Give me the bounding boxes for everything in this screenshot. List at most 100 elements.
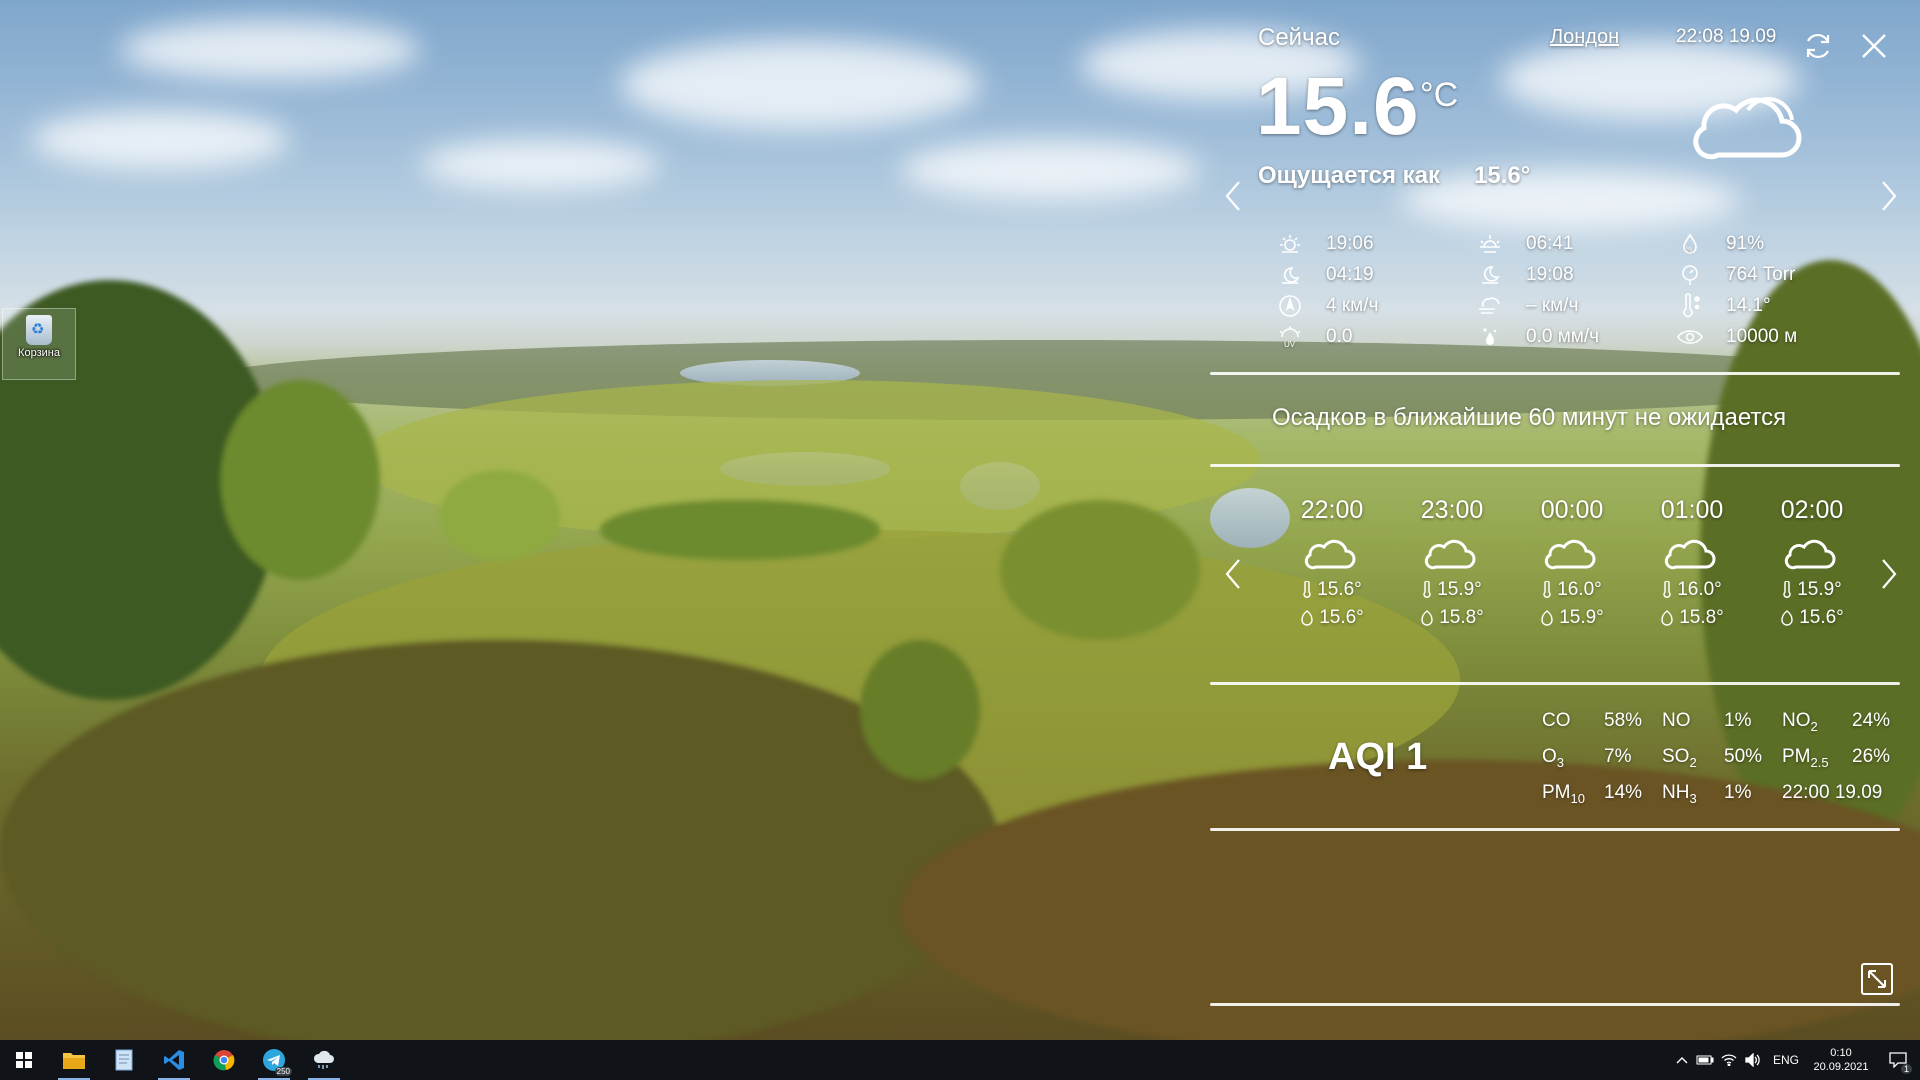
- taskbar-notepad[interactable]: [100, 1040, 148, 1080]
- sunrise-item: 06:41: [1476, 230, 1574, 258]
- o3-label: O: [1542, 746, 1557, 767]
- city-link[interactable]: Лондон: [1550, 26, 1619, 49]
- aq-label: NH3: [1662, 782, 1697, 806]
- pressure-value: 764 Torr: [1726, 264, 1796, 285]
- hour-temp: 16.0°: [1557, 579, 1602, 600]
- so2-label: SO: [1662, 746, 1690, 767]
- resize-icon: [1861, 963, 1893, 995]
- tray-clock[interactable]: 0:10 20.09.2021: [1806, 1040, 1876, 1080]
- taskbar-telegram[interactable]: 250: [250, 1040, 298, 1080]
- gust-item: – км/ч: [1476, 292, 1578, 320]
- pressure-item: 764 Torr: [1676, 261, 1795, 289]
- aq-label: NO: [1662, 710, 1691, 732]
- tray-volume[interactable]: [1742, 1040, 1764, 1080]
- pm25-sub: 2.5: [1810, 754, 1829, 770]
- moonset-value: 19:08: [1526, 264, 1574, 285]
- moonrise-item: 04:19: [1276, 261, 1374, 289]
- thermometer-icon: [1543, 581, 1551, 598]
- chevron-left-icon: [1225, 181, 1240, 211]
- moonrise-icon: [1276, 263, 1304, 287]
- refresh-button[interactable]: [1800, 28, 1836, 64]
- expand-button[interactable]: [1860, 962, 1896, 998]
- uv-item: UV 0.0: [1276, 323, 1352, 351]
- divider: [1210, 464, 1900, 467]
- divider: [1210, 828, 1900, 831]
- trash-icon: [26, 315, 52, 345]
- moonset-item: 19:08: [1476, 261, 1574, 289]
- o3-sub: 3: [1556, 754, 1565, 770]
- aqi-value: AQI 1: [1328, 736, 1428, 778]
- cloud-icon: [1784, 533, 1840, 573]
- nh3-sub: 3: [1689, 790, 1697, 806]
- hourly-item: 02:00 15.9° 15.6°: [1752, 496, 1872, 629]
- hour-temp: 15.6°: [1317, 579, 1362, 600]
- co-label: CO: [1542, 710, 1571, 731]
- tray-language[interactable]: ENG: [1768, 1040, 1804, 1080]
- close-button[interactable]: [1856, 28, 1892, 64]
- sunset-value: 19:06: [1326, 233, 1374, 254]
- notification-count: 1: [1900, 1064, 1912, 1074]
- thermometer-drop-icon: [1676, 293, 1704, 318]
- pm25-label: PM: [1782, 746, 1811, 767]
- aq-label: CO: [1542, 710, 1571, 732]
- svg-text:%: %: [1686, 246, 1692, 253]
- hour-time: 01:00: [1660, 496, 1724, 524]
- taskbar-weather-app[interactable]: [300, 1040, 348, 1080]
- taskbar-chrome[interactable]: [200, 1040, 248, 1080]
- tray-battery[interactable]: [1694, 1040, 1716, 1080]
- hourly-item: 00:00 16.0° 15.9°: [1512, 496, 1632, 629]
- feels-like-label: Ощущается как: [1258, 162, 1441, 189]
- cloud-icon: [1544, 533, 1600, 573]
- prev-day-button[interactable]: [1218, 176, 1248, 216]
- tray-overflow-button[interactable]: [1672, 1040, 1692, 1080]
- aq-label: SO2: [1662, 746, 1697, 770]
- wifi-icon: [1721, 1054, 1737, 1066]
- now-label: Сейчас: [1258, 24, 1340, 51]
- humidity-value: 91%: [1726, 233, 1765, 254]
- feels-like-icon: [1661, 610, 1673, 626]
- humidity-icon: %: [1676, 232, 1704, 256]
- no2-sub: 2: [1810, 718, 1818, 734]
- hour-time: 00:00: [1540, 496, 1604, 524]
- aq-value: 1%: [1724, 710, 1752, 731]
- taskbar-vscode[interactable]: [150, 1040, 198, 1080]
- thermometer-icon: [1303, 581, 1311, 598]
- uv-index-icon: UV: [1276, 325, 1304, 349]
- weather-widget: Сейчас Лондон 22:08 19.09 15.6 °C Ощущае…: [1210, 0, 1920, 1015]
- telegram-badge: 250: [274, 1067, 292, 1076]
- temperature-unit: °C: [1420, 76, 1459, 114]
- clock-date: 20.09.2021: [1813, 1061, 1869, 1073]
- folder-icon: [63, 1053, 85, 1069]
- taskbar: 250 ENG 0:10 20.09.2021 1: [0, 1040, 1920, 1080]
- feels-like-value: 15.6°: [1474, 162, 1531, 189]
- next-day-button[interactable]: [1874, 176, 1904, 216]
- recycle-bin-icon[interactable]: Корзина: [2, 308, 76, 380]
- prev-hours-button[interactable]: [1218, 554, 1248, 594]
- clock-time: 0:10: [1830, 1047, 1852, 1059]
- taskbar-explorer[interactable]: [50, 1040, 98, 1080]
- hour-feels: 15.9°: [1559, 607, 1604, 628]
- sunset-icon: [1276, 232, 1304, 256]
- air-updated-time: 22:00 19.09: [1782, 782, 1883, 803]
- cloud-icon: [1664, 533, 1720, 573]
- thermometer-icon: [1423, 581, 1431, 598]
- aq-label: NO2: [1782, 710, 1818, 734]
- uv-value: 0.0: [1326, 326, 1353, 347]
- moonset-icon: [1476, 263, 1504, 287]
- chevron-up-icon: [1676, 1057, 1688, 1064]
- tray-network[interactable]: [1718, 1040, 1740, 1080]
- hour-feels: 15.8°: [1439, 607, 1484, 628]
- next-hours-button[interactable]: [1874, 554, 1904, 594]
- start-button[interactable]: [0, 1040, 48, 1080]
- weather-app-icon: [313, 1050, 334, 1069]
- no2-label: NO: [1782, 710, 1811, 731]
- thermometer-icon: [1783, 581, 1791, 598]
- notification-center-button[interactable]: 1: [1878, 1040, 1918, 1080]
- gust-value: – км/ч: [1526, 295, 1579, 316]
- visibility-value: 10000 м: [1726, 326, 1798, 347]
- feels-like-icon: [1781, 610, 1793, 626]
- divider: [1210, 372, 1900, 375]
- precip-item: 0.0 мм/ч: [1476, 323, 1599, 351]
- feels-like-icon: [1301, 610, 1313, 626]
- precipitation-forecast: Осадков в ближайшие 60 минут не ожидаетс…: [1272, 404, 1787, 431]
